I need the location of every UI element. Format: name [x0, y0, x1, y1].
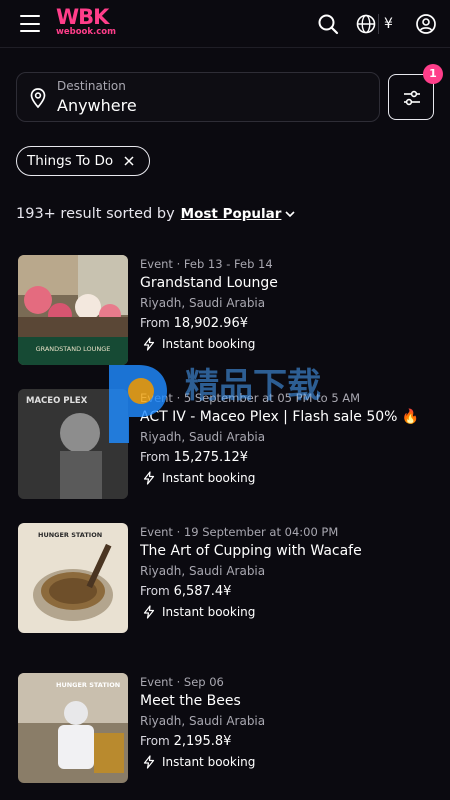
- event-title[interactable]: Grandstand Lounge: [140, 273, 436, 294]
- event-image: HUNGER STATION: [18, 673, 128, 783]
- close-icon[interactable]: [123, 155, 135, 167]
- event-date: Event · 19 September at 04:00 PM: [140, 525, 339, 539]
- event-title[interactable]: ACT IV - Maceo Plex | Flash sale 50% 🔥: [140, 407, 436, 428]
- instant-booking: Instant booking: [140, 752, 436, 772]
- webook-logo[interactable]: WBK webook.com: [56, 7, 118, 39]
- event-card[interactable]: GRANDSTAND LOUNGE Event · Feb 13 - Feb 1…: [18, 255, 438, 367]
- image-caption: HUNGER STATION: [56, 681, 120, 689]
- instant-booking: Instant booking: [140, 334, 436, 354]
- logo-domain: webook.com: [56, 27, 116, 37]
- sliders-icon: [404, 90, 420, 106]
- lightning-icon: [143, 755, 155, 769]
- event-price: From 15,275.12¥: [140, 447, 436, 468]
- event-card[interactable]: MACEO PLEX Event · 5 September at 05 PM …: [18, 389, 438, 501]
- chip-label: Things To Do: [27, 153, 114, 169]
- event-image: MACEO PLEX: [18, 389, 128, 499]
- booking-label: Instant booking: [162, 337, 256, 351]
- image-caption: MACEO PLEX: [26, 396, 88, 406]
- price-prefix: From: [140, 584, 170, 598]
- event-card[interactable]: HUNGER STATION Event · 19 September at 0…: [18, 523, 438, 635]
- event-card[interactable]: HUNGER STATION Event · Sep 06 Meet the B…: [18, 673, 438, 785]
- event-price: From 6,587.4¥: [140, 581, 436, 602]
- price-value: 2,195.8¥: [173, 734, 232, 749]
- instant-booking: Instant booking: [140, 602, 436, 622]
- event-title[interactable]: The Art of Cupping with Wacafe: [140, 541, 436, 562]
- filter-count-badge: 1: [423, 64, 443, 84]
- price-prefix: From: [140, 450, 170, 464]
- menu-icon[interactable]: [20, 15, 40, 32]
- globe-icon[interactable]: [355, 13, 377, 35]
- logo-mark: WBK: [56, 5, 109, 29]
- booking-label: Instant booking: [162, 755, 256, 769]
- price-value: 18,902.96¥: [173, 316, 248, 331]
- lightning-icon: [143, 605, 155, 619]
- image-caption: HUNGER STATION: [38, 531, 102, 539]
- result-count: 193+ result sorted by: [16, 206, 175, 222]
- event-date: Event · Sep 06: [140, 675, 224, 689]
- destination-field[interactable]: Destination Anywhere: [16, 72, 380, 122]
- sort-dropdown[interactable]: Most Popular: [181, 206, 282, 222]
- instant-booking: Instant booking: [140, 468, 436, 488]
- image-caption: GRANDSTAND LOUNGE: [36, 345, 111, 353]
- event-date: Event · Feb 13 - Feb 14: [140, 257, 273, 271]
- event-image: GRANDSTAND LOUNGE: [18, 255, 128, 365]
- price-prefix: From: [140, 734, 170, 748]
- event-location: Riyadh, Saudi Arabia: [140, 430, 266, 444]
- filter-chip-things-to-do[interactable]: Things To Do: [16, 146, 151, 176]
- results-summary: 193+ result sorted by Most Popular: [16, 204, 296, 224]
- booking-label: Instant booking: [162, 605, 256, 619]
- currency-selector[interactable]: ¥: [384, 13, 393, 35]
- location-pin-icon: [30, 88, 46, 109]
- lightning-icon: [143, 471, 155, 485]
- price-value: 15,275.12¥: [173, 450, 248, 465]
- event-title[interactable]: Meet the Bees: [140, 691, 436, 712]
- event-location: Riyadh, Saudi Arabia: [140, 564, 266, 578]
- destination-value: Anywhere: [57, 96, 137, 115]
- lightning-icon: [143, 337, 155, 351]
- price-value: 6,587.4¥: [173, 584, 232, 599]
- event-location: Riyadh, Saudi Arabia: [140, 296, 266, 310]
- chevron-down-icon[interactable]: [284, 208, 296, 220]
- event-price: From 2,195.8¥: [140, 731, 436, 752]
- event-image: HUNGER STATION: [18, 523, 128, 633]
- destination-label: Destination: [57, 79, 126, 93]
- header-divider: [378, 14, 379, 34]
- top-nav-bar: WBK webook.com ¥: [0, 0, 450, 48]
- price-prefix: From: [140, 316, 170, 330]
- booking-label: Instant booking: [162, 471, 256, 485]
- event-location: Riyadh, Saudi Arabia: [140, 714, 266, 728]
- event-price: From 18,902.96¥: [140, 313, 436, 334]
- event-date: Event · 5 September at 05 PM to 5 AM: [140, 391, 361, 405]
- account-icon[interactable]: [415, 13, 437, 35]
- search-icon[interactable]: [317, 13, 339, 35]
